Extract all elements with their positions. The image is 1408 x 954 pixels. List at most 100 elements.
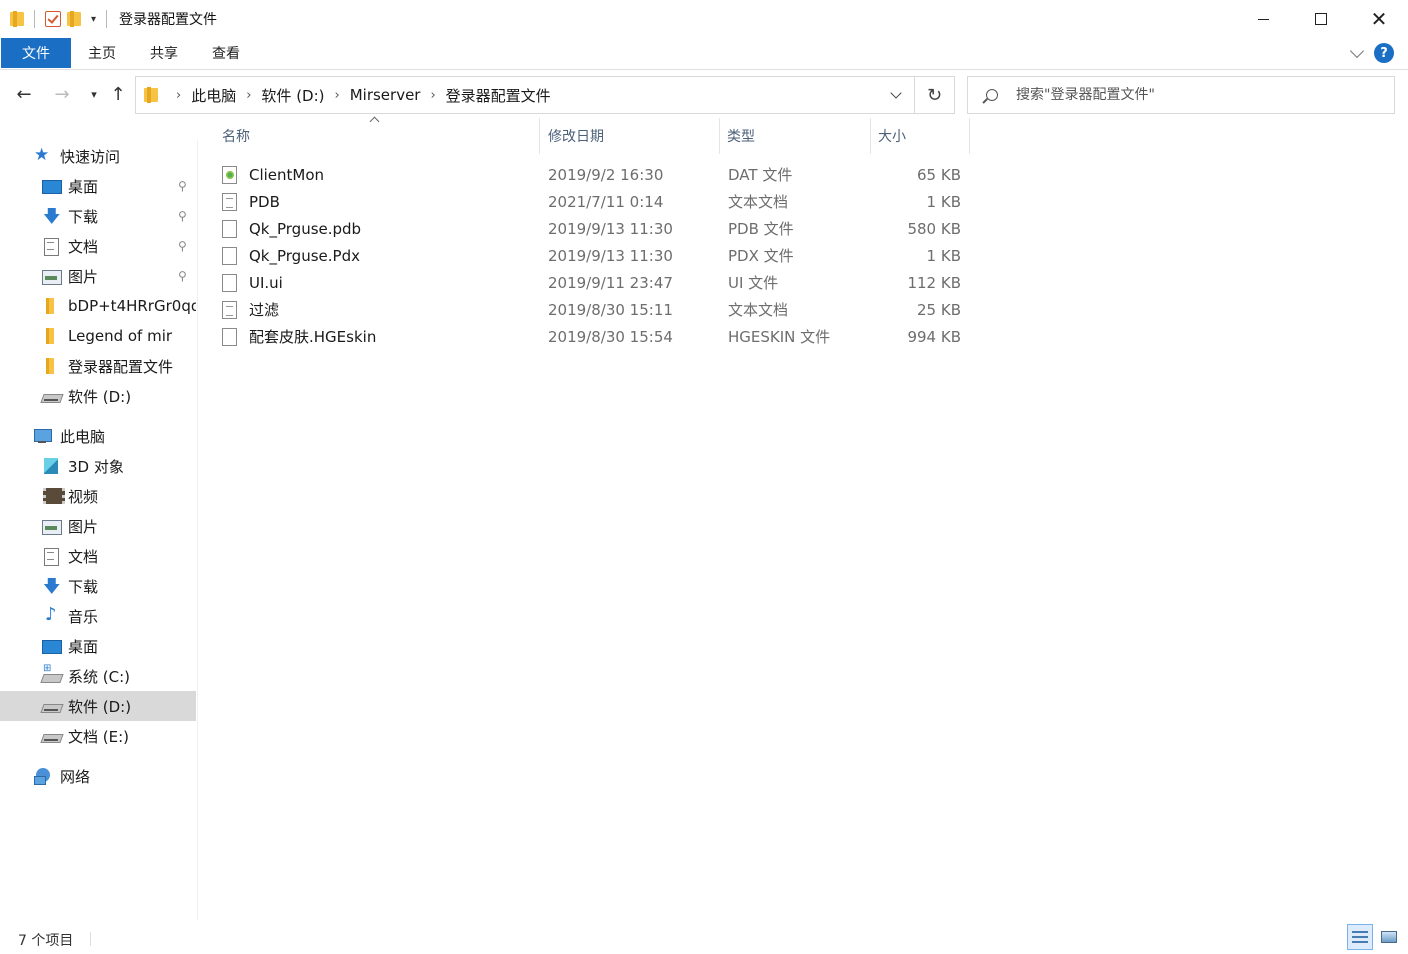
details-view-icon — [1352, 931, 1368, 943]
sidebar-item[interactable]: 文档 (E:) — [0, 721, 196, 751]
forward-button[interactable]: → — [50, 82, 74, 106]
customize-toolbar-dropdown[interactable]: ▾ — [91, 14, 96, 25]
breadcrumb-separator[interactable]: › — [176, 88, 181, 103]
sidebar-item[interactable]: 图片 ⚲ — [0, 261, 196, 291]
sidebar-item[interactable]: bDP+t4HRrGr0qq — [0, 291, 196, 321]
breadcrumb-current-folder[interactable]: 登录器配置文件 — [446, 85, 551, 106]
sidebar-item-label: 视频 — [68, 487, 99, 506]
help-icon[interactable]: ? — [1374, 43, 1394, 63]
breadcrumb-separator[interactable]: › — [335, 88, 340, 103]
file-row[interactable]: UI.ui 2019/9/11 23:47 UI 文件 112 KB — [222, 269, 972, 296]
file-type: HGESKIN 文件 — [728, 328, 831, 346]
sidebar-item[interactable]: 桌面 ⚲ — [0, 171, 196, 201]
file-icon — [222, 273, 237, 292]
search-input[interactable] — [1016, 87, 1376, 103]
tab-home[interactable]: 主页 — [71, 38, 133, 68]
sidebar-item[interactable]: 登录器配置文件 — [0, 351, 196, 381]
file-name: 过滤 — [249, 301, 280, 319]
tab-view[interactable]: 查看 — [195, 38, 257, 68]
file-row[interactable]: Qk_Prguse.pdb 2019/9/13 11:30 PDB 文件 580 KB — [222, 215, 972, 242]
sidebar-item-label: 图片 — [68, 267, 99, 286]
maximize-icon — [1315, 13, 1327, 25]
pin-icon[interactable]: ⚲ — [178, 269, 187, 283]
breadcrumb-separator[interactable]: › — [430, 88, 435, 103]
sidebar-item[interactable]: 音乐 — [0, 601, 196, 631]
sidebar-item-label: 桌面 — [68, 637, 99, 656]
file-name: ClientMon — [249, 165, 325, 184]
search-box[interactable] — [967, 76, 1395, 114]
sidebar-item-label: 登录器配置文件 — [68, 357, 174, 376]
column-header-type[interactable]: 类型 — [721, 118, 871, 154]
sidebar-item-label: 网络 — [60, 767, 91, 786]
minimize-button[interactable] — [1234, 0, 1292, 38]
sidebar-item[interactable]: 系统 (C:) — [0, 661, 196, 691]
sidebar-item[interactable]: 网络 — [0, 761, 196, 791]
close-button[interactable]: ✕ — [1350, 0, 1408, 38]
sidebar-item[interactable]: 视频 — [0, 481, 196, 511]
file-size: 1 KB — [926, 246, 961, 265]
pin-icon[interactable]: ⚲ — [178, 209, 187, 223]
properties-icon[interactable] — [45, 11, 61, 27]
sidebar-item-label: 下载 — [68, 207, 99, 226]
drive-icon — [42, 388, 60, 404]
sidebar-item[interactable]: 快速访问 — [0, 141, 196, 171]
breadcrumb-mirserver[interactable]: Mirserver — [350, 86, 421, 104]
tab-share[interactable]: 共享 — [133, 38, 195, 68]
refresh-button[interactable]: ↻ — [915, 76, 955, 114]
pin-icon[interactable]: ⚲ — [178, 179, 187, 193]
sidebar-item[interactable]: 文档 ⚲ — [0, 231, 196, 261]
address-history-dropdown[interactable] — [878, 77, 914, 113]
file-name: 配套皮肤.HGEskin — [249, 328, 377, 346]
column-header-date[interactable]: 修改日期 — [542, 118, 720, 154]
file-row[interactable]: Qk_Prguse.Pdx 2019/9/13 11:30 PDX 文件 1 KB — [222, 242, 972, 269]
breadcrumb-this-pc[interactable]: 此电脑 — [191, 85, 236, 106]
file-row[interactable]: PDB 2021/7/11 0:14 文本文档 1 KB — [222, 188, 972, 215]
file-date: 2019/9/13 11:30 — [548, 246, 673, 265]
sidebar-item[interactable]: 软件 (D:) — [0, 381, 196, 411]
file-date: 2019/9/13 11:30 — [548, 219, 673, 238]
file-row[interactable]: ClientMon 2019/9/2 16:30 DAT 文件 65 KB — [222, 161, 972, 188]
details-view-button[interactable] — [1347, 924, 1373, 950]
close-icon: ✕ — [1370, 7, 1388, 31]
file-row[interactable]: 配套皮肤.HGEskin 2019/8/30 15:54 HGESKIN 文件 994… — [222, 323, 972, 350]
file-list: 名称 修改日期 类型 大小 ClientMon 2019/9/2 16:30 DAT… — [200, 116, 1408, 918]
picture-icon — [42, 518, 62, 535]
file-name: Qk_Prguse.Pdx — [249, 246, 360, 265]
drive-icon — [42, 698, 60, 714]
file-row[interactable]: 过滤 2019/8/30 15:11 文本文档 25 KB — [222, 296, 972, 323]
pin-icon[interactable]: ⚲ — [178, 239, 187, 253]
expand-ribbon-icon[interactable] — [1349, 43, 1365, 59]
up-button[interactable]: ↑ — [106, 82, 130, 106]
column-header-size[interactable]: 大小 — [872, 118, 970, 154]
recent-locations-button[interactable]: ▾ — [82, 82, 106, 106]
sidebar-item[interactable]: 图片 — [0, 511, 196, 541]
sidebar-item[interactable]: 文档 — [0, 541, 196, 571]
toolbar-separator — [106, 10, 108, 28]
file-name-cell: 配套皮肤.HGEskin — [222, 323, 376, 350]
sidebar-item-label: 软件 (D:) — [68, 697, 132, 716]
sidebar-item[interactable]: 软件 (D:) — [0, 691, 196, 721]
file-size: 1 KB — [926, 192, 961, 211]
breadcrumb-separator[interactable]: › — [246, 88, 251, 103]
address-bar[interactable]: › 此电脑 › 软件 (D:) › Mirserver › 登录器配置文件 — [135, 76, 915, 114]
sidebar-item[interactable]: 下载 ⚲ — [0, 201, 196, 231]
file-name-cell: 过滤 — [222, 296, 279, 323]
sidebar-item-label: 文档 — [68, 547, 99, 566]
tab-file[interactable]: 文件 — [1, 38, 71, 68]
sidebar-item[interactable]: 3D 对象 — [0, 451, 196, 481]
maximize-button[interactable] — [1292, 0, 1350, 38]
file-type: UI 文件 — [728, 274, 779, 292]
file-name-cell: PDB — [222, 188, 280, 215]
sidebar-item[interactable]: 桌面 — [0, 631, 196, 661]
sidebar-item[interactable]: 下载 — [0, 571, 196, 601]
document-icon — [42, 238, 60, 256]
large-icons-view-button[interactable] — [1376, 924, 1402, 950]
breadcrumb-drive-d[interactable]: 软件 (D:) — [261, 85, 324, 106]
sidebar-item[interactable]: 此电脑 — [0, 421, 196, 451]
sidebar-item[interactable]: Legend of mir — [0, 321, 196, 351]
sidebar-item-label: Legend of mir — [68, 327, 173, 345]
back-button[interactable]: ← — [12, 82, 36, 106]
minimize-icon — [1257, 18, 1269, 20]
new-folder-icon[interactable] — [67, 11, 81, 27]
column-header-name[interactable]: 名称 — [216, 118, 540, 154]
